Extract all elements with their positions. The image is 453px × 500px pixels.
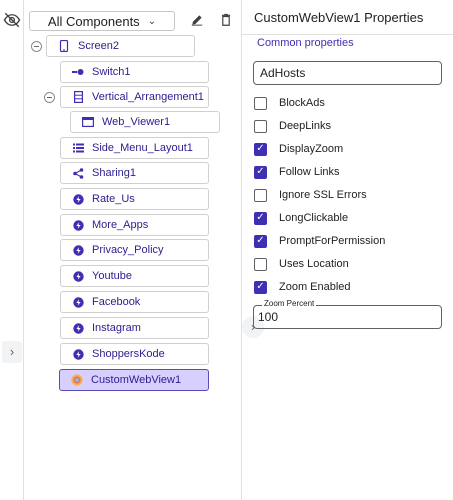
checkbox-label: Follow Links — [279, 166, 340, 178]
tree-node-facebook[interactable]: Facebook — [60, 291, 209, 313]
dropdown-label: All Components — [47, 13, 140, 29]
checkbox-label: Ignore SSL Errors — [279, 189, 367, 201]
checkbox-box[interactable] — [254, 96, 267, 110]
expand-palette-button[interactable]: › — [2, 341, 22, 363]
tree-node-label: ShoppersKode — [92, 348, 165, 360]
tree-node-youtube[interactable]: Youtube — [60, 265, 209, 287]
tree-node-label: Screen2 — [78, 40, 119, 52]
tree-node-rate-us[interactable]: Rate_Us — [60, 188, 209, 210]
checkbox-box-checked[interactable] — [254, 211, 267, 225]
checkbox-box[interactable] — [254, 257, 267, 271]
tree-node-label: Facebook — [92, 296, 141, 308]
tree-node-privacy-policy[interactable]: Privacy_Policy — [60, 239, 209, 261]
tree-node-label: Side_Menu_Layout1 — [92, 142, 193, 154]
extension-icon — [72, 193, 84, 205]
collapse-screen-toggle[interactable] — [31, 41, 42, 52]
checkbox-box-checked[interactable] — [254, 234, 267, 248]
checkbox-label: LongClickable — [279, 212, 349, 224]
components-filter-dropdown[interactable]: All Components ⌄ — [29, 11, 175, 31]
properties-section-title: Common properties — [257, 37, 354, 49]
checkbox-deeplinks[interactable]: DeepLinks — [254, 117, 331, 135]
extension-icon — [72, 296, 84, 308]
checkbox-box-checked[interactable] — [254, 165, 267, 179]
zoom-percent-label: Zoom Percent — [262, 299, 317, 308]
tree-node-label: More_Apps — [92, 219, 149, 231]
properties-panel: CustomWebView1 Properties Common propert… — [241, 0, 453, 500]
phone-icon — [58, 40, 70, 52]
checkbox-label: DisplayZoom — [279, 143, 344, 155]
checkbox-box-checked[interactable] — [254, 280, 267, 294]
tree-node-label: Youtube — [92, 270, 132, 282]
tree-node-label: Rate_Us — [92, 193, 135, 205]
checkbox-label: BlockAds — [279, 97, 325, 109]
tree-node-customwebview-selected[interactable]: CustomWebView1 — [59, 369, 209, 391]
rename-pencil-icon[interactable] — [190, 12, 204, 28]
designer-root: › All Components ⌄ Screen2 Switch1 Verti… — [0, 0, 453, 500]
vertical-arrangement-icon — [72, 91, 84, 103]
tree-node-screen[interactable]: Screen2 — [46, 35, 195, 57]
extension-icon — [72, 219, 84, 231]
left-rail: › — [0, 0, 24, 500]
checkbox-box-checked[interactable] — [254, 142, 267, 156]
tree-node-more-apps[interactable]: More_Apps — [60, 214, 209, 236]
checkbox-label: Zoom Enabled — [279, 281, 351, 293]
switch-icon — [72, 66, 84, 78]
tree-node-sharing[interactable]: Sharing1 — [60, 162, 209, 184]
checkbox-box[interactable] — [254, 119, 267, 133]
tree-node-switch[interactable]: Switch1 — [60, 61, 209, 83]
tree-node-webviewer[interactable]: Web_Viewer1 — [70, 111, 220, 133]
web-viewer-icon — [82, 116, 94, 128]
checkbox-uses-location[interactable]: Uses Location — [254, 255, 349, 273]
extension-icon — [72, 244, 84, 256]
extension-icon — [72, 348, 84, 360]
tree-node-instagram[interactable]: Instagram — [60, 317, 209, 339]
delete-trash-icon[interactable] — [219, 12, 233, 28]
collapse-arrangement-toggle[interactable] — [44, 92, 55, 103]
tree-node-arrangement[interactable]: Vertical_Arrangement1 — [60, 86, 209, 108]
properties-title: CustomWebView1 Properties — [242, 0, 453, 35]
adhosts-input[interactable]: AdHosts — [253, 61, 442, 85]
checkbox-label: DeepLinks — [279, 120, 331, 132]
checkbox-box[interactable] — [254, 188, 267, 202]
tree-node-label: Web_Viewer1 — [102, 116, 171, 128]
tree-node-label: Instagram — [92, 322, 141, 334]
checkbox-follow-links[interactable]: Follow Links — [254, 163, 340, 181]
zoom-percent-input[interactable]: Zoom Percent 100 — [253, 299, 442, 329]
tree-node-shopperskode[interactable]: ShoppersKode — [60, 343, 209, 365]
tree-node-label: Privacy_Policy — [92, 244, 164, 256]
components-tree: All Components ⌄ Screen2 Switch1 Vertica… — [24, 0, 264, 500]
checkbox-zoom-enabled[interactable]: Zoom Enabled — [254, 278, 351, 296]
checkbox-displayzoom[interactable]: DisplayZoom — [254, 140, 343, 158]
tree-node-label: Switch1 — [92, 66, 131, 78]
checkbox-longclickable[interactable]: LongClickable — [254, 209, 348, 227]
tree-node-label: Sharing1 — [92, 167, 137, 179]
checkbox-ignore-ssl[interactable]: Ignore SSL Errors — [254, 186, 367, 204]
checkbox-label: Uses Location — [279, 258, 349, 270]
visibility-off-icon[interactable] — [3, 11, 21, 29]
tree-node-side-menu[interactable]: Side_Menu_Layout1 — [60, 137, 209, 159]
checkbox-label: PromptForPermission — [279, 235, 386, 247]
custom-extension-icon — [71, 374, 83, 386]
extension-icon — [72, 270, 84, 282]
checkbox-promptforpermission[interactable]: PromptForPermission — [254, 232, 385, 250]
share-icon — [72, 167, 84, 179]
zoom-percent-value: 100 — [258, 310, 279, 324]
tree-node-label: Vertical_Arrangement1 — [92, 91, 204, 103]
chevron-down-icon: ⌄ — [147, 15, 157, 27]
extension-icon — [72, 322, 84, 334]
checkbox-blockads[interactable]: BlockAds — [254, 94, 325, 112]
tree-node-label: CustomWebView1 — [91, 374, 182, 386]
menu-layout-icon — [72, 142, 84, 154]
